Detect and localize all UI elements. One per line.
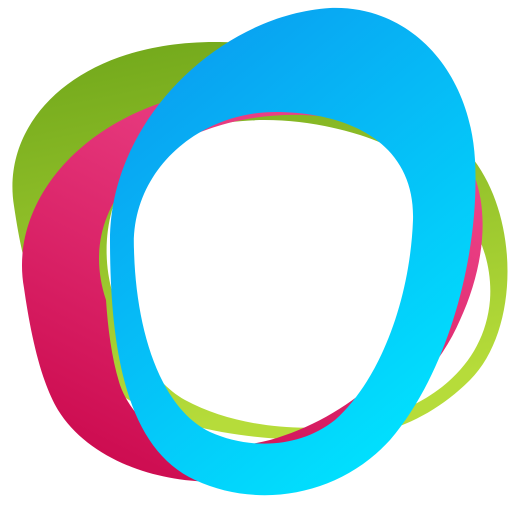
rings-logo	[12, 7, 508, 496]
logo-canvas	[0, 0, 512, 512]
